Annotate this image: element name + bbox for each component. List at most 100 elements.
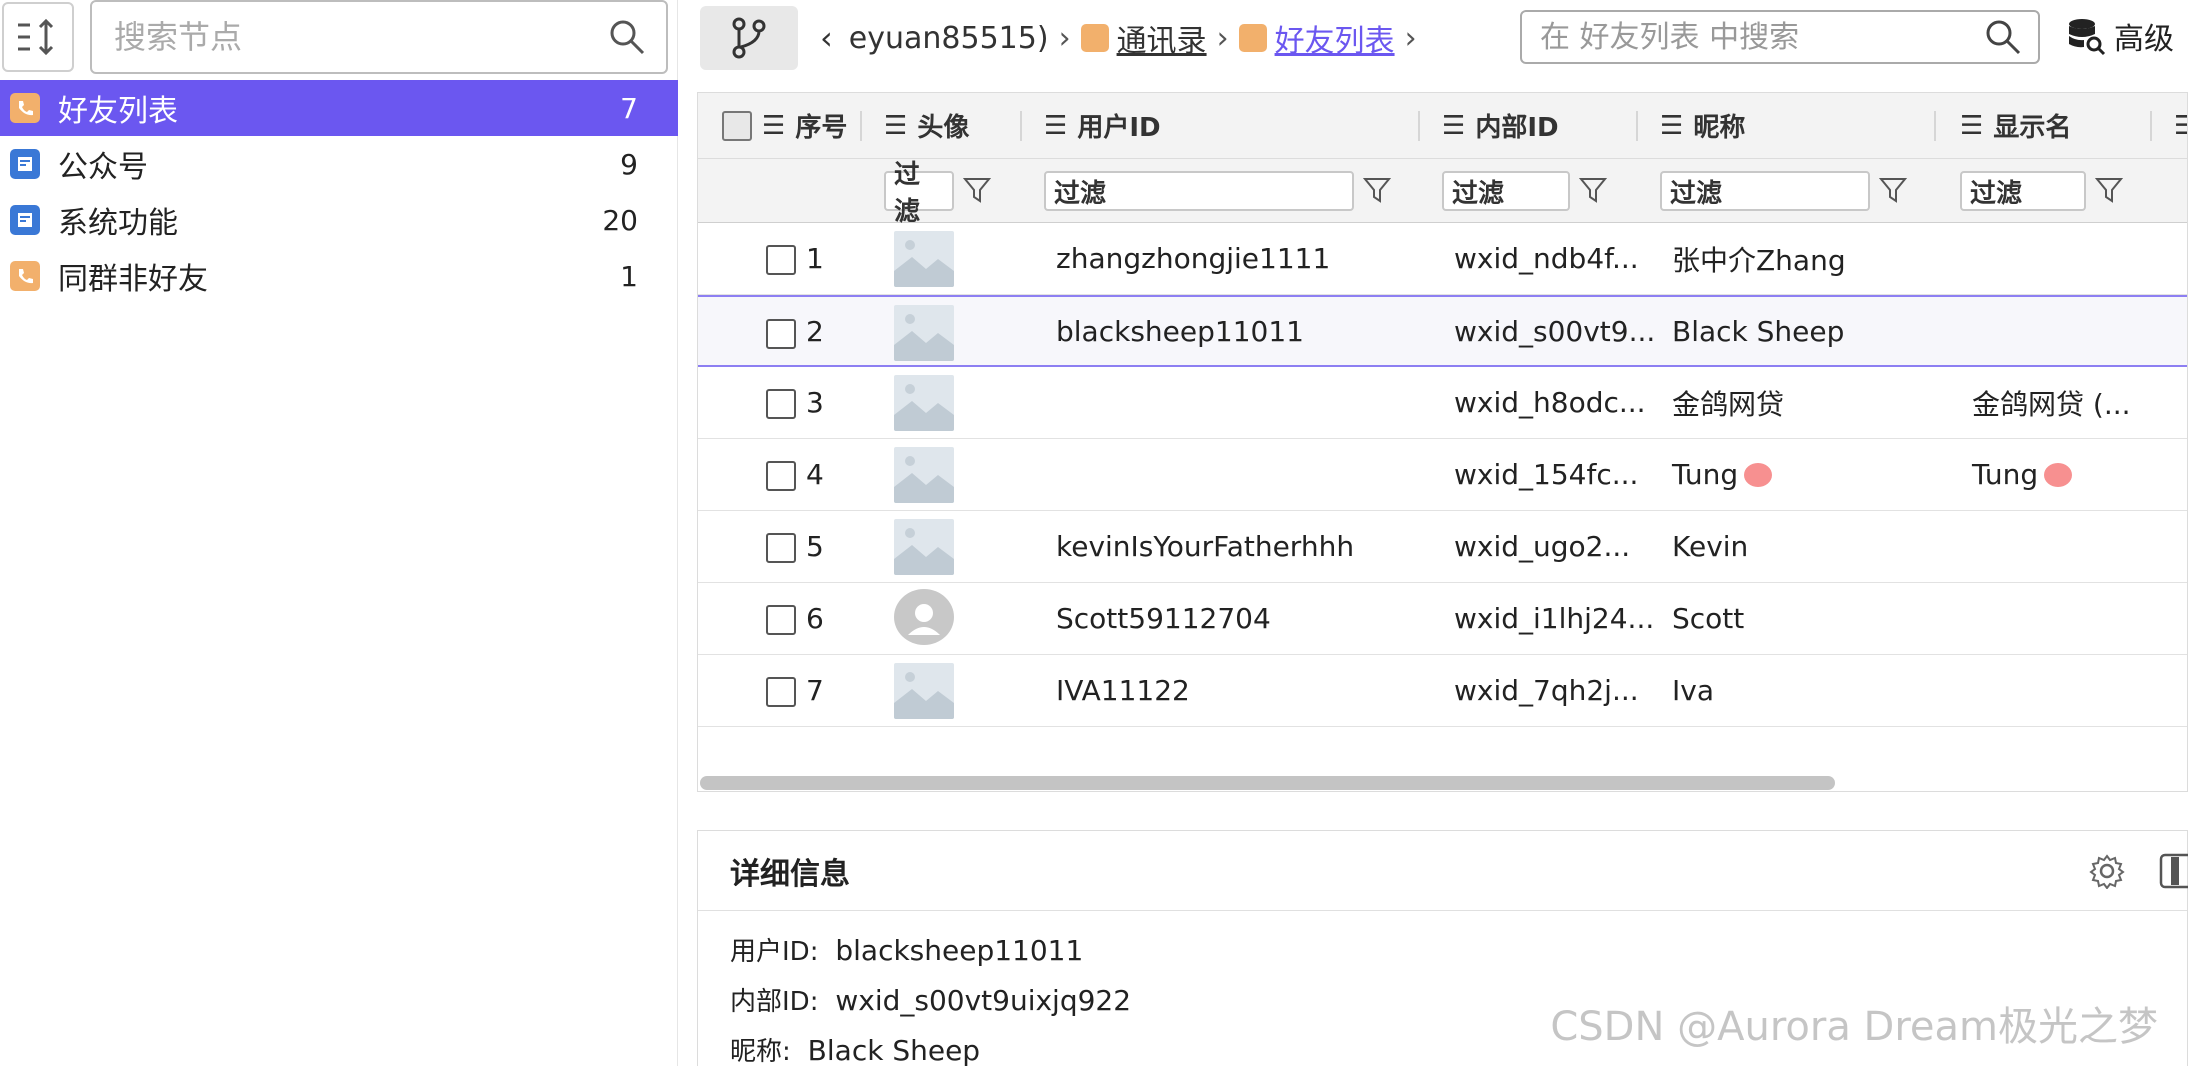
- cell-nickname: 张中介Zhang: [1672, 243, 1846, 277]
- filter-nickname[interactable]: 过滤: [1660, 171, 1870, 211]
- table-row[interactable]: 1 zhangzhongjie1111 wxid_ndb4f... 张中介Zha…: [698, 223, 2187, 295]
- table-search-box: [1520, 10, 2040, 64]
- avatar-placeholder-icon: [894, 231, 954, 287]
- panel-toggle-icon[interactable]: [2159, 853, 2188, 889]
- column-menu-icon: ☰: [884, 110, 908, 141]
- column-menu-icon: ☰: [762, 110, 786, 141]
- filter-user-id[interactable]: 过滤: [1044, 171, 1354, 211]
- breadcrumb-friends[interactable]: 好友列表: [1275, 16, 1395, 60]
- detail-value: wxid_s00vt9uixjq922: [835, 984, 1132, 1017]
- table-search-input[interactable]: [1538, 18, 1984, 56]
- chevron-right-icon[interactable]: ›: [1405, 21, 1417, 56]
- default-user-avatar-icon: [894, 589, 954, 645]
- table-row[interactable]: 5 kevinIsYourFatherhhh wxid_ugo2... Kevi…: [698, 511, 2187, 583]
- filter-icon[interactable]: [2094, 175, 2124, 205]
- advanced-button[interactable]: 高级: [2066, 14, 2174, 58]
- search-icon[interactable]: [608, 18, 646, 56]
- filter-icon[interactable]: [962, 175, 992, 205]
- cell-user-id: kevinIsYourFatherhhh: [1056, 530, 1355, 563]
- column-menu-icon: ☰: [1044, 110, 1068, 141]
- tree-item-official-accounts[interactable]: 公众号 9: [0, 136, 678, 192]
- cell-display-name: Tung: [1972, 439, 2073, 510]
- gear-icon[interactable]: [2089, 853, 2125, 889]
- detail-inner-id: 内部ID: wxid_s00vt9uixjq922: [730, 981, 1131, 1018]
- node-tree: 好友列表 7 公众号 9 系统功能 20 同群非好友 1: [0, 80, 678, 304]
- tree-item-count: 20: [602, 203, 638, 237]
- avatar-placeholder-icon: [894, 663, 954, 719]
- detail-value: blacksheep11011: [835, 934, 1084, 967]
- phone-book-icon: [1238, 24, 1267, 52]
- cell-inner-id: wxid_s00vt9...: [1454, 314, 1656, 348]
- header-label: 用户ID: [1077, 113, 1161, 143]
- friends-table: ☰ 序号 ☰ 头像 ☰ 用户ID ☰ 内部ID ☰ 昵称 ☰ 显示名 ☰ 过滤 过滤 过滤 …: [697, 92, 2188, 792]
- filter-avatar[interactable]: 过滤: [884, 160, 954, 227]
- avatar-placeholder-icon: [894, 305, 954, 361]
- header-overflow[interactable]: ☰: [2174, 93, 2187, 158]
- table-row[interactable]: 3 wxid_h8odc... 金鸽网贷 金鸽网贷 (...: [698, 367, 2187, 439]
- header-index[interactable]: ☰ 序号: [762, 93, 847, 158]
- pig-emoji-icon: [2044, 462, 2073, 487]
- filter-icon[interactable]: [1878, 175, 1908, 205]
- tree-item-group-non-friends[interactable]: 同群非好友 1: [0, 248, 678, 304]
- cell-display-text: Tung: [1972, 458, 2039, 491]
- tree-item-friends[interactable]: 好友列表 7: [0, 80, 678, 136]
- header-avatar[interactable]: ☰ 头像: [884, 93, 969, 158]
- cell-nickname: Black Sheep: [1672, 314, 1845, 348]
- details-header: 详细信息: [698, 831, 2188, 911]
- cell-display-name: 金鸽网贷 (...: [1972, 387, 2131, 421]
- chevron-right-icon: ›: [1058, 20, 1071, 56]
- select-all-checkbox[interactable]: [722, 111, 752, 141]
- header-user-id[interactable]: ☰ 用户ID: [1044, 93, 1161, 158]
- app-list-icon: [10, 149, 40, 179]
- cell-nickname: Kevin: [1672, 530, 1749, 563]
- phone-book-icon: [1080, 24, 1109, 52]
- cell-nickname: Tung: [1672, 439, 1773, 510]
- horizontal-scrollbar[interactable]: [700, 776, 1835, 790]
- filter-icon[interactable]: [1362, 175, 1392, 205]
- header-display-name[interactable]: ☰ 显示名: [1960, 93, 2071, 158]
- cell-inner-id: wxid_154fc...: [1454, 458, 1639, 491]
- row-checkbox[interactable]: [766, 245, 796, 275]
- cell-inner-id: wxid_ugo2...: [1454, 530, 1631, 563]
- cell-nickname: 金鸽网贷: [1672, 387, 1785, 421]
- breadcrumb-account[interactable]: eyuan85515): [849, 21, 1049, 56]
- branch-button[interactable]: [700, 6, 798, 70]
- header-label: 序号: [795, 113, 848, 143]
- row-checkbox[interactable]: [766, 461, 796, 491]
- search-icon[interactable]: [1984, 18, 2022, 56]
- tree-item-label: 好友列表: [58, 94, 178, 129]
- row-index: 2: [806, 314, 824, 348]
- table-row[interactable]: 6 Scott59112704 wxid_i1lhj24... Scott: [698, 583, 2187, 655]
- tree-item-system-functions[interactable]: 系统功能 20: [0, 192, 678, 248]
- filter-display-name[interactable]: 过滤: [1960, 171, 2086, 211]
- sort-button[interactable]: [2, 2, 74, 72]
- header-inner-id[interactable]: ☰ 内部ID: [1442, 93, 1559, 158]
- row-index: 5: [806, 530, 824, 563]
- row-index: 1: [806, 242, 824, 275]
- sidebar: 好友列表 7 公众号 9 系统功能 20 同群非好友 1: [0, 0, 678, 1066]
- breadcrumb-contacts[interactable]: 通讯录: [1117, 16, 1207, 60]
- column-menu-icon: ☰: [1442, 110, 1466, 141]
- row-checkbox[interactable]: [766, 319, 796, 349]
- row-checkbox[interactable]: [766, 533, 796, 563]
- row-checkbox[interactable]: [766, 677, 796, 707]
- table-row[interactable]: 4 wxid_154fc... Tung Tung: [698, 439, 2187, 511]
- back-chevron-icon[interactable]: ‹: [820, 19, 833, 57]
- avatar-placeholder-icon: [894, 375, 954, 431]
- row-checkbox[interactable]: [766, 605, 796, 635]
- table-row[interactable]: 7 IVA11122 wxid_7qh2j... Iva: [698, 655, 2187, 727]
- breadcrumb: ‹ eyuan85515) › 通讯录 › 好友列表 ›: [820, 0, 1427, 76]
- header-nickname[interactable]: ☰ 昵称: [1660, 93, 1745, 158]
- watermark: CSDN @Aurora Dream极光之梦: [1550, 1004, 2158, 1050]
- row-checkbox[interactable]: [766, 389, 796, 419]
- cell-nickname: Scott: [1672, 602, 1745, 635]
- table-row-selected[interactable]: 2 blacksheep11011 wxid_s00vt9... Black S…: [698, 295, 2187, 367]
- node-search-input[interactable]: [112, 17, 608, 57]
- column-menu-icon: ☰: [2174, 111, 2187, 141]
- cell-inner-id: wxid_h8odc...: [1454, 386, 1646, 419]
- advanced-label: 高级: [2114, 22, 2174, 57]
- cell-inner-id: wxid_7qh2j...: [1454, 674, 1639, 707]
- filter-icon[interactable]: [1578, 175, 1608, 205]
- filter-inner-id[interactable]: 过滤: [1442, 171, 1570, 211]
- cell-user-id: zhangzhongjie1111: [1056, 242, 1331, 275]
